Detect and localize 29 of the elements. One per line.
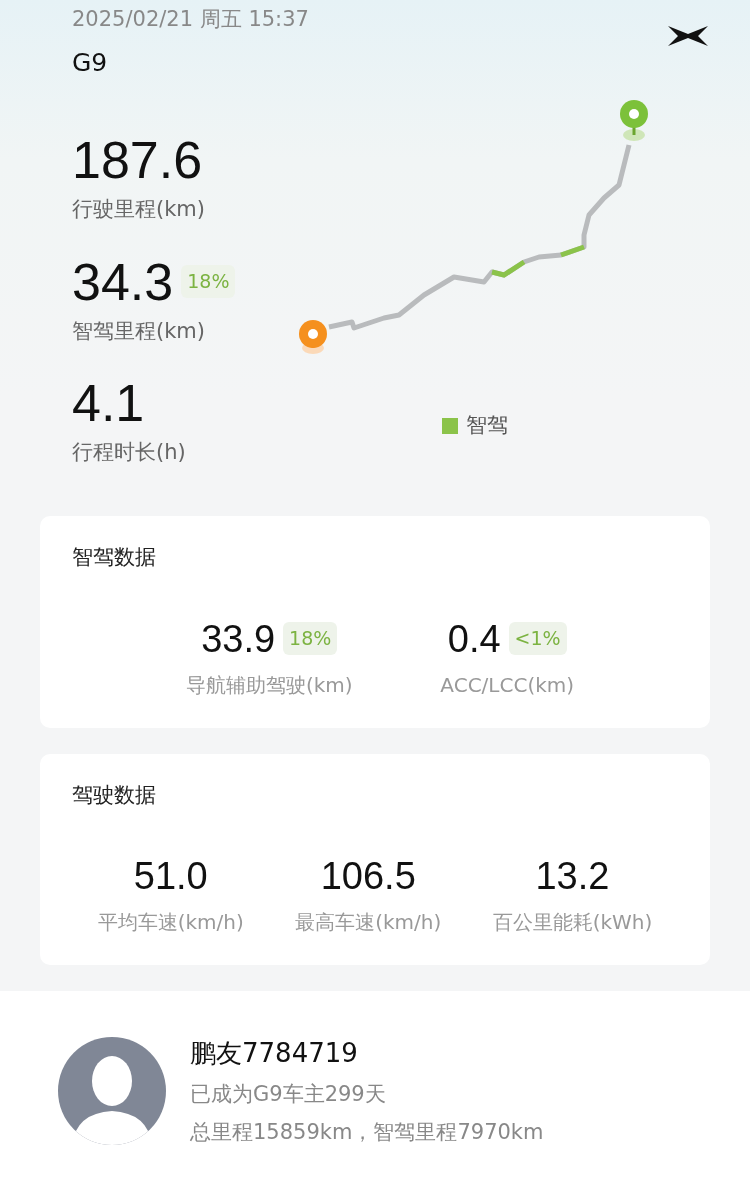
- date-time: 2025/02/21 周五 15:37: [72, 6, 309, 33]
- ownership-text: 已成为G9车主299天: [190, 1081, 387, 1108]
- card-title: 驾驶数据: [72, 781, 157, 809]
- vehicle-name: G9: [72, 46, 109, 79]
- start-pin-icon: [299, 320, 327, 354]
- percent-badge: <1%: [508, 622, 567, 655]
- stat-value: 4.1: [72, 377, 145, 429]
- metric-value: 33.9: [201, 619, 276, 658]
- metric-value: 106.5: [320, 857, 416, 895]
- percent-badge: 18%: [181, 265, 236, 298]
- metric-value: 0.4: [447, 619, 501, 658]
- stat-value: 34.3: [72, 255, 174, 308]
- stat-value: 187.6: [72, 134, 203, 186]
- totals-text: 总里程15859km，智驾里程7970km: [190, 1118, 544, 1146]
- metric-value: 51.0: [133, 857, 208, 895]
- stat-label: 智驾里程(km): [72, 317, 206, 345]
- percent-badge: 18%: [283, 622, 338, 655]
- metric-label: 平均车速(km/h): [97, 909, 244, 936]
- metric-label: 导航辅助驾驶(km): [185, 671, 353, 699]
- metric-value: 13.2: [535, 857, 610, 895]
- card-title: 智驾数据: [72, 544, 157, 571]
- metric-label: 百公里能耗(kWh): [492, 909, 653, 936]
- metric-label: 最高车速(km/h): [295, 909, 442, 936]
- metric-label: ACC/LCC(km): [440, 671, 575, 699]
- stat-label: 行程时长(h): [72, 439, 187, 466]
- end-pin-icon: [620, 100, 648, 141]
- legend-label: 智驾: [466, 412, 508, 439]
- stat-label: 行驶里程(km): [72, 196, 206, 223]
- user-name: 鹏友7784719: [190, 1037, 359, 1070]
